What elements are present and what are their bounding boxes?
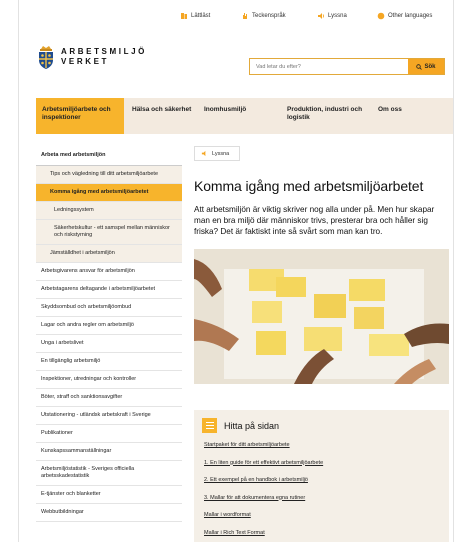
- globe-icon: [377, 12, 385, 20]
- speaker-icon: [318, 13, 324, 19]
- search-input[interactable]: [250, 59, 408, 74]
- lead-paragraph: Att arbetsmiljön är viktig skriver nog a…: [194, 205, 435, 236]
- crest-logo-icon: [39, 46, 53, 69]
- sidebar-item[interactable]: Arbetstagarens deltagande i arbetsmiljöa…: [36, 281, 182, 299]
- sticky-notes-photo: [194, 249, 449, 384]
- search-bar: Sök: [249, 58, 445, 75]
- sign-language-link[interactable]: Teckenspråk: [241, 12, 286, 20]
- anchor-link[interactable]: Startpaket för ditt arbetsmiljöarbete: [204, 442, 323, 449]
- sidebar-item[interactable]: Arbetsmiljöstatistik - Sveriges officiel…: [36, 461, 182, 486]
- page-title: Komma igång med arbetsmiljöarbetet: [194, 178, 424, 194]
- sidebar-item[interactable]: Inspektioner, utredningar och kontroller: [36, 371, 182, 389]
- sidebar-item[interactable]: Arbetsgivarens ansvar för arbetsmiljön: [36, 263, 182, 281]
- hero-image: [194, 249, 449, 384]
- sidebar-item[interactable]: Jämställdhet i arbetsmiljön: [36, 245, 182, 263]
- anchor-link[interactable]: 1. En liten guide för ett effektivt arbe…: [204, 460, 323, 467]
- sidebar-item[interactable]: Publikationer: [36, 425, 182, 443]
- sidebar-item[interactable]: Kunskapssammanställningar: [36, 443, 182, 461]
- main-content: Lyssna Komma igång med arbetsmiljöarbete…: [194, 146, 449, 384]
- sidebar-item-active[interactable]: Komma igång med arbetsmiljöarbetet: [36, 184, 182, 202]
- sidebar-heading[interactable]: Arbeta med arbetsmiljön: [36, 146, 182, 166]
- nav-item-om-oss[interactable]: Om oss: [372, 98, 432, 134]
- sidebar: Arbeta med arbetsmiljön Tips och vägledn…: [36, 146, 182, 522]
- easy-read-icon: [181, 13, 187, 19]
- easy-read-link[interactable]: Lättläst: [180, 12, 210, 20]
- anchor-link[interactable]: Mallar i wordformat: [204, 512, 323, 519]
- sidebar-item[interactable]: Säkerhetskultur - ett samspel mellan män…: [36, 220, 182, 245]
- other-languages-link[interactable]: Other languages: [377, 12, 432, 20]
- main-nav: Arbetsmiljöarbete och inspektioner Hälsa…: [36, 98, 453, 134]
- nav-item-produktion[interactable]: Produktion, industri och logistik: [281, 98, 372, 134]
- nav-item-halsa[interactable]: Hälsa och säkerhet: [124, 98, 198, 134]
- speaker-icon: [201, 150, 206, 157]
- list-icon: [202, 418, 217, 433]
- nav-item-inomhusmiljo[interactable]: Inomhusmiljö: [198, 98, 281, 134]
- find-on-page-box: Hitta på sidan Startpaket för ditt arbet…: [194, 410, 449, 542]
- sidebar-item[interactable]: Lagar och andra regler om arbetsmiljö: [36, 317, 182, 335]
- sidebar-item[interactable]: Skyddsombud och arbetsmiljöombud: [36, 299, 182, 317]
- sidebar-item[interactable]: Böter, straff och sanktionsavgifter: [36, 389, 182, 407]
- sidebar-item[interactable]: Tips och vägledning till ditt arbetsmilj…: [36, 166, 182, 184]
- search-button[interactable]: Sök: [408, 59, 444, 74]
- listen-button[interactable]: Lyssna: [194, 146, 240, 161]
- anchor-link[interactable]: 3. Mallar för att dokumentera egna rutin…: [204, 495, 323, 502]
- logo[interactable]: ARBETSMILJÖ VERKET: [36, 44, 147, 70]
- sidebar-item[interactable]: En tillgänglig arbetsmiljö: [36, 353, 182, 371]
- utility-bar: Lättläst Teckenspråk Lyssna Other langua…: [19, 12, 453, 26]
- sidebar-item[interactable]: E-tjänster och blanketter: [36, 486, 182, 504]
- sidebar-item[interactable]: Unga i arbetslivet: [36, 335, 182, 353]
- sidebar-item[interactable]: Ledningssystem: [36, 202, 182, 220]
- logo-text: ARBETSMILJÖ VERKET: [61, 47, 147, 66]
- anchor-link[interactable]: Mallar i Rich Text Format: [204, 530, 323, 537]
- listen-link[interactable]: Lyssna: [317, 12, 347, 20]
- search-icon: [416, 63, 423, 70]
- find-on-page-links: Startpaket för ditt arbetsmiljöarbete 1.…: [204, 442, 323, 542]
- sidebar-item[interactable]: Utstationering - utländsk arbetskraft i …: [36, 407, 182, 425]
- nav-item-arbetsmiljoarbete[interactable]: Arbetsmiljöarbete och inspektioner: [36, 98, 124, 134]
- page: Lättläst Teckenspråk Lyssna Other langua…: [18, 0, 454, 542]
- find-on-page-header: Hitta på sidan: [202, 418, 279, 433]
- sidebar-item[interactable]: Webbutbildningar: [36, 504, 182, 522]
- anchor-link[interactable]: 2. Ett exempel på en handbok i arbetsmil…: [204, 477, 323, 484]
- hand-icon: [243, 13, 247, 19]
